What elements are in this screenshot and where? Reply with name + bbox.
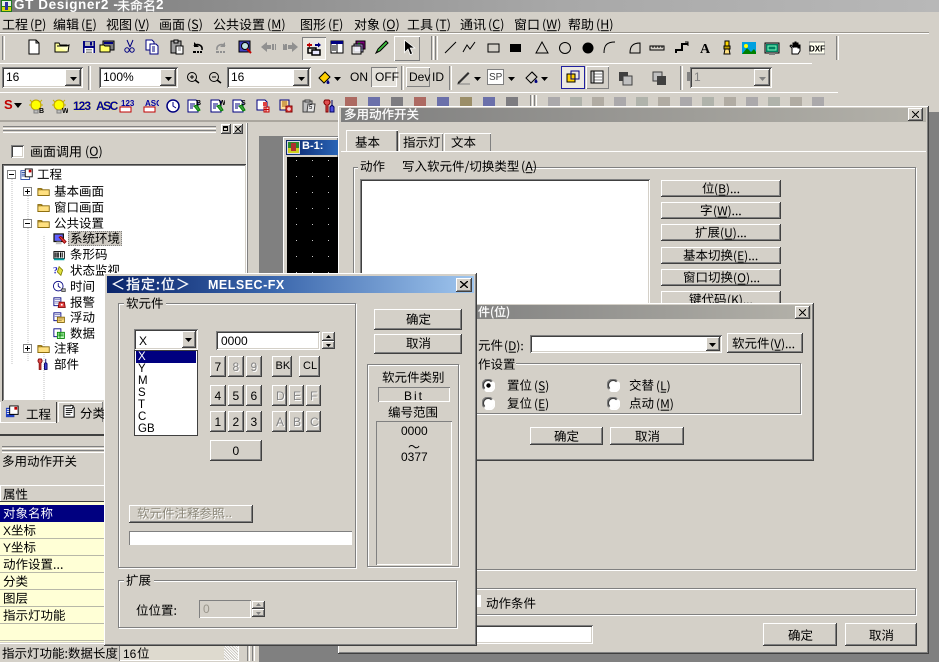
svg-text:W: W <box>219 100 225 107</box>
svg-text:DXF: DXF <box>809 45 825 54</box>
svg-text:B: B <box>196 100 201 107</box>
svg-text:W: W <box>62 108 68 114</box>
svg-text:B: B <box>39 108 44 114</box>
svg-text:S: S <box>241 100 246 107</box>
svg-text:A: A <box>700 42 711 56</box>
